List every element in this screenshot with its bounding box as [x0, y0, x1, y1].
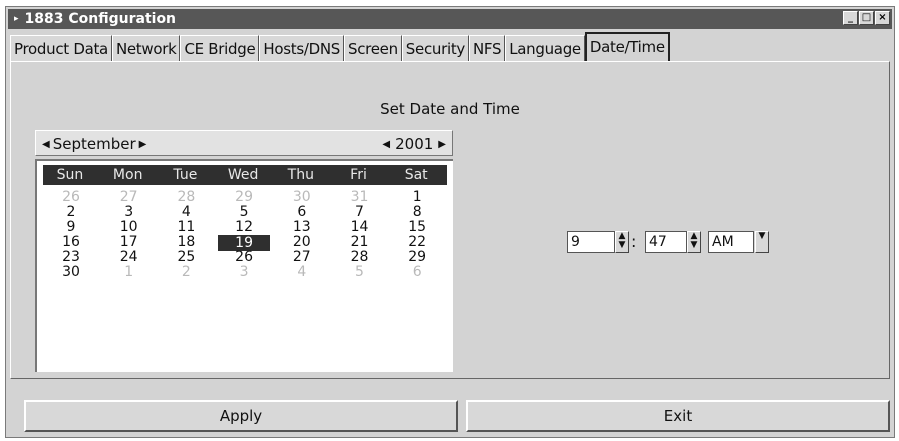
weekday-label: Thu: [287, 167, 314, 183]
month-selector: ◀ September ▶: [42, 135, 146, 153]
calendar-day[interactable]: 3: [103, 205, 155, 219]
weekday-header: Sun Mon Tue Wed Thu Fri Sat: [43, 165, 447, 185]
calendar-day[interactable]: 25: [160, 250, 212, 264]
weekday-label: Fri: [350, 167, 367, 183]
tab-product-data[interactable]: Product Data: [10, 35, 112, 61]
calendar-day[interactable]: 11: [160, 220, 212, 234]
tab-strip: Product Data Network CE Bridge Hosts/DNS Scr…: [10, 32, 670, 61]
calendar-day[interactable]: 18: [160, 235, 212, 249]
calendar-day[interactable]: 12: [218, 220, 270, 234]
calendar-day[interactable]: 29: [391, 250, 443, 264]
calendar-day[interactable]: 26: [218, 250, 270, 264]
calendar-day[interactable]: 1: [103, 265, 155, 279]
calendar-day[interactable]: 31: [334, 190, 386, 204]
calendar-day[interactable]: 9: [45, 220, 97, 234]
configuration-window: ▸ 1883 Configuration _ □ × Product Data N…: [5, 6, 895, 438]
minute-spinner-icon[interactable]: ▲ ▼: [687, 231, 701, 253]
weekday-label: Wed: [227, 167, 259, 183]
calendar-day[interactable]: 8: [391, 205, 443, 219]
calendar-day[interactable]: 5: [218, 205, 270, 219]
weekday-label: Tue: [173, 167, 198, 183]
prev-year-arrow-icon[interactable]: ◀: [382, 139, 390, 150]
calendar-grid: Sun Mon Tue Wed Thu Fri Sat 26 27 28 29 30 31 1 2 3 4 5 6…: [35, 159, 453, 372]
window-controls: _ □ ×: [843, 11, 890, 25]
calendar-nav: ◀ September ▶ ◀ 2001 ▶: [35, 130, 453, 156]
ampm-field[interactable]: AM: [708, 231, 754, 253]
calendar-day[interactable]: 4: [160, 205, 212, 219]
tab-network[interactable]: Network: [111, 35, 181, 61]
calendar-day[interactable]: 20: [276, 235, 328, 249]
calendar-day[interactable]: 24: [103, 250, 155, 264]
time-separator: :: [631, 232, 637, 251]
ampm-dropdown-icon[interactable]: ▼: [755, 231, 769, 253]
tab-language[interactable]: Language: [505, 35, 585, 61]
tab-security[interactable]: Security: [401, 35, 469, 61]
next-month-arrow-icon[interactable]: ▶: [139, 139, 147, 150]
weekday-label: Sun: [56, 167, 84, 183]
calendar-day[interactable]: 3: [218, 265, 270, 279]
calendar-day[interactable]: 13: [276, 220, 328, 234]
hour-spinner-icon[interactable]: ▲ ▼: [615, 231, 629, 253]
panel-title: Set Date and Time: [380, 100, 520, 118]
calendar-day[interactable]: 27: [276, 250, 328, 264]
tab-hosts-dns[interactable]: Hosts/DNS: [259, 35, 345, 61]
calendar-day[interactable]: 23: [45, 250, 97, 264]
tab-screen[interactable]: Screen: [344, 35, 402, 61]
calendar-day[interactable]: 30: [45, 265, 97, 279]
month-label: September: [52, 135, 136, 153]
calendar-day[interactable]: 6: [391, 265, 443, 279]
minimize-button[interactable]: _: [843, 11, 858, 25]
year-selector: ◀ 2001 ▶: [382, 135, 446, 153]
button-bar: Apply Exit: [10, 384, 890, 436]
calendar-day[interactable]: 4: [276, 265, 328, 279]
tab-date-time[interactable]: Date/Time: [584, 32, 670, 61]
calendar-day[interactable]: 10: [103, 220, 155, 234]
weekday-label: Sat: [404, 167, 428, 183]
calendar-day[interactable]: 29: [218, 190, 270, 204]
calendar-day[interactable]: 2: [45, 205, 97, 219]
calendar-day[interactable]: 30: [276, 190, 328, 204]
calendar-day[interactable]: 26: [45, 190, 97, 204]
calendar-day[interactable]: 14: [334, 220, 386, 234]
maximize-button[interactable]: □: [859, 11, 874, 25]
calendar-day[interactable]: 2: [160, 265, 212, 279]
calendar-day[interactable]: 1: [391, 190, 443, 204]
calendar-day[interactable]: 28: [160, 190, 212, 204]
tab-nfs[interactable]: NFS: [469, 35, 506, 61]
close-button[interactable]: ×: [875, 11, 890, 25]
calendar-day[interactable]: 7: [334, 205, 386, 219]
window-title: 1883 Configuration: [24, 11, 177, 27]
calendar-day[interactable]: 17: [103, 235, 155, 249]
title-bar[interactable]: ▸ 1883 Configuration _ □ ×: [8, 9, 892, 29]
apply-button[interactable]: Apply: [24, 400, 458, 432]
hour-field[interactable]: 9: [567, 231, 615, 253]
calendar-day[interactable]: 16: [45, 235, 97, 249]
calendar-day[interactable]: 27: [103, 190, 155, 204]
calendar-day[interactable]: 6: [276, 205, 328, 219]
calendar-day[interactable]: 28: [334, 250, 386, 264]
calendar-day[interactable]: 22: [391, 235, 443, 249]
calendar-day[interactable]: 5: [334, 265, 386, 279]
minute-field[interactable]: 47: [645, 231, 687, 253]
calendar-day[interactable]: 21: [334, 235, 386, 249]
exit-button[interactable]: Exit: [466, 400, 890, 432]
app-icon[interactable]: ▸: [14, 14, 19, 24]
next-year-arrow-icon[interactable]: ▶: [438, 139, 446, 150]
year-label: 2001: [395, 135, 434, 153]
calendar: ◀ September ▶ ◀ 2001 ▶ Sun Mon Tue Wed Thu Fr…: [35, 130, 453, 372]
prev-month-arrow-icon[interactable]: ◀: [42, 139, 50, 150]
calendar-day[interactable]: 15: [391, 220, 443, 234]
tab-ce-bridge[interactable]: CE Bridge: [180, 35, 260, 61]
weekday-label: Mon: [112, 167, 143, 183]
